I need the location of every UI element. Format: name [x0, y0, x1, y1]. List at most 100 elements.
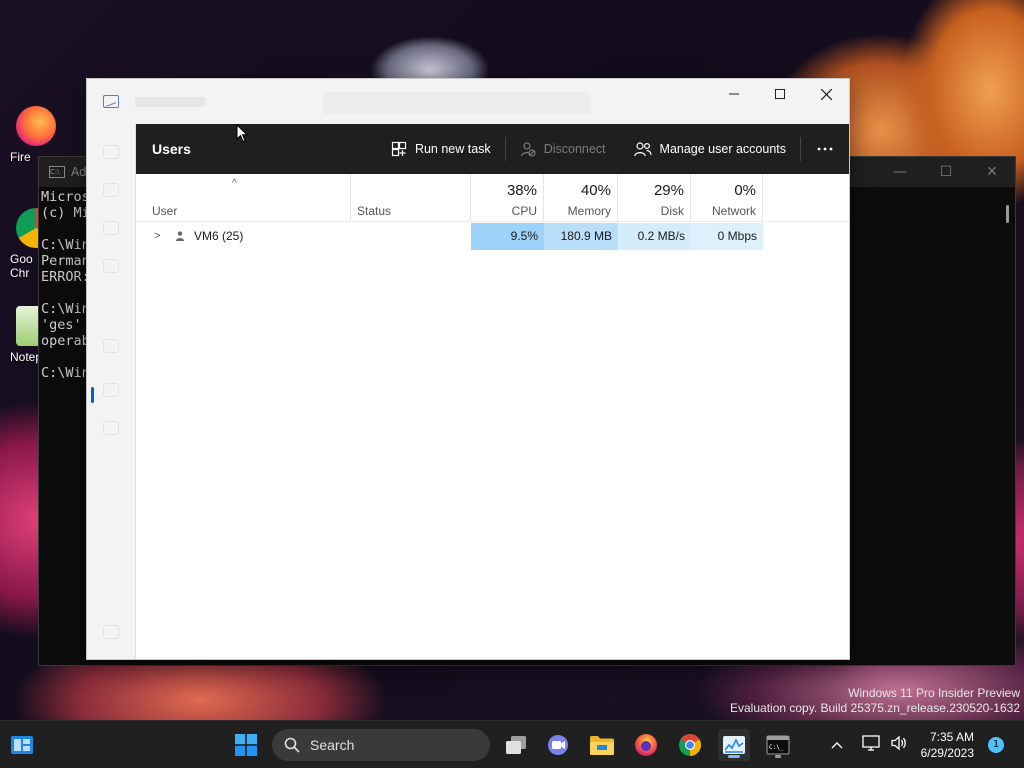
chrome-taskbar-button[interactable]	[674, 729, 706, 761]
task-manager-titlebar[interactable]	[87, 79, 849, 125]
column-header-disk[interactable]: 29% Disk	[618, 174, 691, 222]
column-header-memory[interactable]: 40% Memory	[544, 174, 618, 222]
details-nav-icon[interactable]	[103, 383, 119, 397]
search-icon	[284, 737, 300, 753]
desktop-icon-label: Goo Chr	[10, 252, 33, 280]
windows-logo-icon	[235, 734, 257, 756]
column-header-cpu[interactable]: 38% CPU	[471, 174, 544, 222]
network-icon[interactable]	[857, 735, 885, 755]
maximize-icon	[775, 89, 785, 99]
widgets-button[interactable]	[6, 729, 38, 761]
toolbar: Run new task Disconnect Manage user acco…	[377, 124, 849, 174]
memory-total-percent: 40%	[580, 182, 611, 199]
disconnect-icon	[520, 142, 536, 157]
run-new-task-label: Run new task	[414, 142, 491, 156]
manage-users-icon	[633, 142, 652, 157]
chrome-icon	[679, 734, 701, 756]
teams-chat-button[interactable]	[542, 729, 574, 761]
task-manager-taskbar-button[interactable]	[718, 729, 750, 761]
terminal-icon: C:\_	[766, 735, 790, 755]
run-new-task-button[interactable]: Run new task	[377, 133, 505, 165]
firefox-icon	[16, 106, 56, 146]
minimize-icon	[729, 93, 739, 95]
close-button[interactable]	[803, 79, 849, 109]
performance-nav-icon[interactable]	[103, 183, 119, 197]
app-history-nav-icon[interactable]	[103, 221, 119, 235]
services-nav-icon[interactable]	[103, 421, 119, 435]
clock-date: 6/29/2023	[920, 746, 974, 760]
column-header-network[interactable]: 0% Network	[691, 174, 763, 222]
notification-badge[interactable]: 1	[988, 737, 1004, 753]
firefox-icon	[635, 734, 657, 756]
manage-user-accounts-label: Manage user accounts	[659, 142, 786, 156]
network-cell: 0 Mbps	[691, 223, 763, 250]
evaluation-watermark: Windows 11 Pro Insider Preview Evaluatio…	[730, 686, 1020, 715]
disconnect-button[interactable]: Disconnect	[506, 133, 620, 165]
svg-text:C:\_: C:\_	[769, 744, 784, 751]
cpu-total-percent: 38%	[506, 182, 537, 199]
terminal-icon: C:\	[49, 166, 65, 178]
task-manager-app-icon	[103, 95, 119, 108]
widgets-icon	[11, 736, 33, 754]
taskbar-search[interactable]: Search	[272, 729, 490, 761]
disk-total-percent: 29%	[653, 182, 684, 199]
page-title: Users	[152, 141, 191, 157]
title-placeholder	[135, 97, 205, 107]
more-options-button[interactable]	[801, 133, 849, 165]
running-app-indicator	[775, 755, 781, 758]
task-manager-window[interactable]: Users Run new task Disconnect Manage use…	[86, 78, 850, 660]
column-header-user[interactable]: ^ User	[136, 174, 351, 222]
disk-cell: 0.2 MB/s	[618, 223, 691, 250]
folder-icon	[590, 736, 614, 755]
maximize-icon[interactable]: ☐	[923, 157, 969, 187]
status-cell	[357, 223, 471, 250]
users-nav-icon[interactable]	[103, 339, 119, 353]
command-prompt-taskbar-button[interactable]: C:\_	[762, 729, 794, 761]
task-view-button[interactable]	[500, 729, 532, 761]
mouse-cursor-icon	[236, 124, 248, 143]
startup-apps-nav-icon[interactable]	[103, 259, 119, 273]
minimize-button[interactable]	[711, 79, 757, 109]
user-icon	[176, 231, 184, 241]
table-header: ^ User Status 38% CPU 40% Memory 29% Dis…	[136, 174, 849, 222]
settings-nav-icon[interactable]	[103, 625, 119, 639]
cpu-cell: 9.5%	[471, 223, 544, 250]
minimize-icon[interactable]: —	[877, 157, 923, 187]
network-total-percent: 0%	[734, 182, 756, 199]
desktop-icon-label: Notep	[10, 350, 40, 364]
table-row[interactable]: > VM6 (25) 9.5% 180.9 MB 0.2 MB/s 0 Mbps	[136, 223, 849, 250]
memory-cell: 180.9 MB	[544, 223, 618, 250]
clock-time: 7:35 AM	[929, 730, 974, 744]
sort-ascending-icon: ^	[232, 178, 237, 189]
manage-user-accounts-button[interactable]: Manage user accounts	[620, 133, 800, 165]
close-icon[interactable]: ✕	[969, 157, 1015, 187]
chat-icon	[548, 735, 568, 755]
firefox-taskbar-button[interactable]	[630, 729, 662, 761]
active-app-indicator	[728, 755, 740, 758]
selected-nav-indicator	[91, 387, 94, 403]
expand-chevron-icon[interactable]: >	[154, 223, 160, 250]
search-box-placeholder[interactable]	[323, 92, 591, 114]
system-tray: 7:35 AM 6/29/2023 1	[823, 721, 1024, 768]
command-prompt-title: Ad	[71, 165, 87, 179]
maximize-button[interactable]	[757, 79, 803, 109]
column-header-status[interactable]: Status	[351, 174, 471, 222]
clock[interactable]: 7:35 AM 6/29/2023	[921, 729, 974, 761]
run-new-task-icon	[391, 141, 407, 157]
show-hidden-icons-chevron-icon[interactable]	[823, 737, 851, 753]
task-manager-icon	[723, 736, 745, 754]
navigation-pane[interactable]	[87, 125, 135, 659]
users-page: Users Run new task Disconnect Manage use…	[135, 124, 849, 659]
search-label: Search	[310, 737, 355, 753]
user-name: VM6 (25)	[194, 229, 244, 243]
taskbar: Search C:\_ 7:35 AM 6/29/2023 1	[0, 720, 1024, 768]
ellipsis-icon	[817, 147, 833, 151]
processes-nav-icon[interactable]	[103, 145, 119, 159]
close-icon	[820, 88, 832, 100]
task-view-icon	[506, 736, 526, 754]
disconnect-label: Disconnect	[543, 142, 606, 156]
volume-icon[interactable]	[885, 735, 913, 755]
scrollbar-thumb[interactable]	[1006, 205, 1009, 223]
file-explorer-button[interactable]	[586, 729, 618, 761]
start-button[interactable]	[230, 729, 262, 761]
